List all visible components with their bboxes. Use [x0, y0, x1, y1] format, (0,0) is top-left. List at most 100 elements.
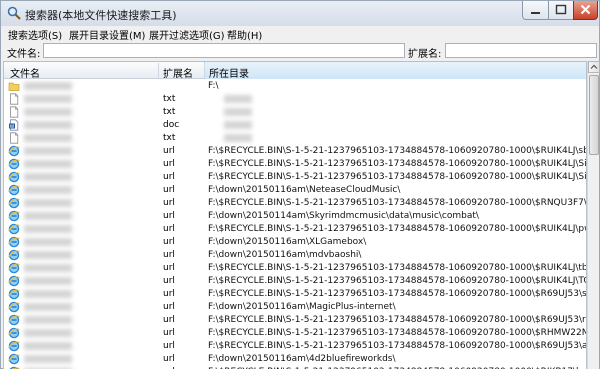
table-row[interactable]: url F:\$RECYCLE.BIN\S-1-5-21-1237965103-1…: [4, 223, 586, 236]
table-row[interactable]: url F:\down\20150116am\XLGamebox\: [4, 236, 586, 249]
extension-input[interactable]: [445, 43, 597, 58]
maximize-button[interactable]: [548, 1, 574, 20]
chevron-up-icon: [590, 64, 598, 69]
cell-extension: url: [163, 276, 175, 286]
redacted-filename: [24, 212, 72, 220]
ie-url-icon: [8, 340, 20, 352]
results-table: 文件名 扩展名 所在目录 F:\ txt txt Wdoc txt url F:\$RECY…: [3, 61, 587, 369]
filename-label: 文件名:: [7, 49, 41, 60]
menu-search-options[interactable]: 搜索选项(S): [8, 27, 62, 42]
header-divider[interactable]: [204, 63, 205, 78]
cell-extension: url: [163, 315, 175, 325]
redacted-filename: [24, 329, 72, 337]
table-row[interactable]: url F:\$RECYCLE.BIN\S-1-5-21-1237965103-1…: [4, 314, 586, 327]
table-row[interactable]: url F:\$RECYCLE.BIN\S-1-5-21-1237965103-1…: [4, 288, 586, 301]
redacted-filename: [24, 251, 72, 259]
table-row[interactable]: url F:\$RECYCLE.BIN\S-1-5-21-1237965103-1…: [4, 145, 586, 158]
menu-expand-filter-options[interactable]: 展开过滤选项(G): [149, 27, 225, 42]
redacted-filename: [24, 342, 72, 350]
ie-url-icon: [8, 184, 20, 196]
ie-url-icon: [8, 327, 20, 339]
cell-extension: url: [163, 146, 175, 156]
ie-url-icon: [8, 275, 20, 287]
redacted-directory: [224, 108, 252, 116]
cell-extension: url: [163, 224, 175, 234]
scroll-up-button[interactable]: [588, 61, 600, 73]
minimize-button[interactable]: [522, 1, 549, 20]
ie-url-icon: [8, 314, 20, 326]
table-row[interactable]: Wdoc: [4, 119, 586, 132]
table-row[interactable]: url F:\$RECYCLE.BIN\S-1-5-21-1237965103-1…: [4, 340, 586, 353]
header-extension[interactable]: 扩展名: [163, 65, 193, 80]
header-divider[interactable]: [158, 63, 159, 78]
maximize-icon: [555, 4, 567, 15]
vertical-scrollbar[interactable]: [587, 61, 600, 369]
redacted-directory: [224, 121, 252, 129]
table-row[interactable]: url F:\down\20150116am\mdvbaoshi\: [4, 249, 586, 262]
magnifier-app-icon: [7, 6, 21, 20]
ie-url-icon: [8, 171, 20, 183]
cell-extension: url: [163, 289, 175, 299]
filename-input[interactable]: [43, 43, 405, 58]
redacted-filename: [24, 238, 72, 246]
cell-directory: F:\$RECYCLE.BIN\S-1-5-21-1237965103-1734…: [208, 224, 587, 234]
cell-directory: F:\$RECYCLE.BIN\S-1-5-21-1237965103-1734…: [208, 172, 587, 182]
header-directory[interactable]: 所在目录: [209, 65, 249, 80]
word-doc-icon: W: [8, 119, 20, 131]
cell-directory: F:\: [208, 81, 219, 91]
menu-help[interactable]: 帮助(H): [227, 27, 262, 42]
redacted-filename: [24, 303, 72, 311]
title-bar[interactable]: 搜索器(本地文件快速搜索工具): [1, 1, 599, 26]
table-row[interactable]: url F:\down\20150114am\Skyrimdmcmusic\dat…: [4, 210, 586, 223]
redacted-filename: [24, 147, 72, 155]
table-row[interactable]: txt: [4, 106, 586, 119]
cell-extension: url: [163, 302, 175, 312]
svg-text:W: W: [10, 124, 15, 130]
redacted-filename: [24, 199, 72, 207]
table-row[interactable]: url F:\down\20150116am\MagicPlus-internet…: [4, 301, 586, 314]
close-button[interactable]: [573, 1, 598, 20]
table-row[interactable]: url F:\down\20150116am\NeteaseCloudMusic\: [4, 184, 586, 197]
cell-directory: F:\down\20150114am\Skyrimdmcmusic\data\m…: [208, 211, 479, 221]
redacted-filename: [24, 225, 72, 233]
table-row[interactable]: F:\: [4, 80, 586, 93]
cell-extension: url: [163, 263, 175, 273]
cell-directory: F:\$RECYCLE.BIN\S-1-5-21-1237965103-1734…: [208, 263, 587, 273]
document-icon: [8, 106, 20, 118]
cell-extension: url: [163, 354, 175, 364]
redacted-filename: [24, 186, 72, 194]
ie-url-icon: [8, 145, 20, 157]
redacted-directory: [224, 134, 252, 142]
table-row[interactable]: url F:\$RECYCLE.BIN\S-1-5-21-1237965103-1…: [4, 158, 586, 171]
table-row[interactable]: url F:\$RECYCLE.BIN\S-1-5-21-1237965103-1…: [4, 197, 586, 210]
redacted-filename: [24, 134, 72, 142]
table-row[interactable]: txt: [4, 132, 586, 145]
table-row[interactable]: url F:\$RECYCLE.BIN\S-1-5-21-1237965103-1…: [4, 171, 586, 184]
table-row[interactable]: url F:\down\20150116am\4d2bluefireworkds\: [4, 353, 586, 366]
table-row[interactable]: url F:\$RECYCLE.BIN\S-1-5-21-1237965103-1…: [4, 275, 586, 288]
scroll-thumb[interactable]: [589, 75, 599, 155]
close-icon: [580, 4, 591, 15]
cell-extension: url: [163, 328, 175, 338]
directory-header-highlight: [204, 62, 586, 79]
ie-url-icon: [8, 249, 20, 261]
document-icon: [8, 93, 20, 105]
cell-directory: F:\$RECYCLE.BIN\S-1-5-21-1237965103-1734…: [208, 146, 587, 156]
cell-extension: url: [163, 341, 175, 351]
table-row[interactable]: url F:\$RECYCLE.BIN\S-1-5-21-1237965103-1…: [4, 327, 586, 340]
table-header: 文件名 扩展名 所在目录: [4, 62, 586, 80]
header-filename[interactable]: 文件名: [10, 65, 40, 80]
redacted-filename: [24, 316, 72, 324]
ie-url-icon: [8, 223, 20, 235]
document-icon: [8, 132, 20, 144]
table-row[interactable]: url F:\$RECYCLE.BIN\S-1-5-21-1237965103-1…: [4, 262, 586, 275]
menu-expand-dir-settings[interactable]: 展开目录设置(M): [69, 27, 145, 42]
table-row[interactable]: txt: [4, 93, 586, 106]
ie-url-icon: [8, 262, 20, 274]
ie-url-icon: [8, 301, 20, 313]
redacted-filename: [24, 95, 72, 103]
redacted-filename: [24, 121, 72, 129]
ie-url-icon: [8, 288, 20, 300]
ie-url-icon: [8, 236, 20, 248]
ie-url-icon: [8, 210, 20, 222]
